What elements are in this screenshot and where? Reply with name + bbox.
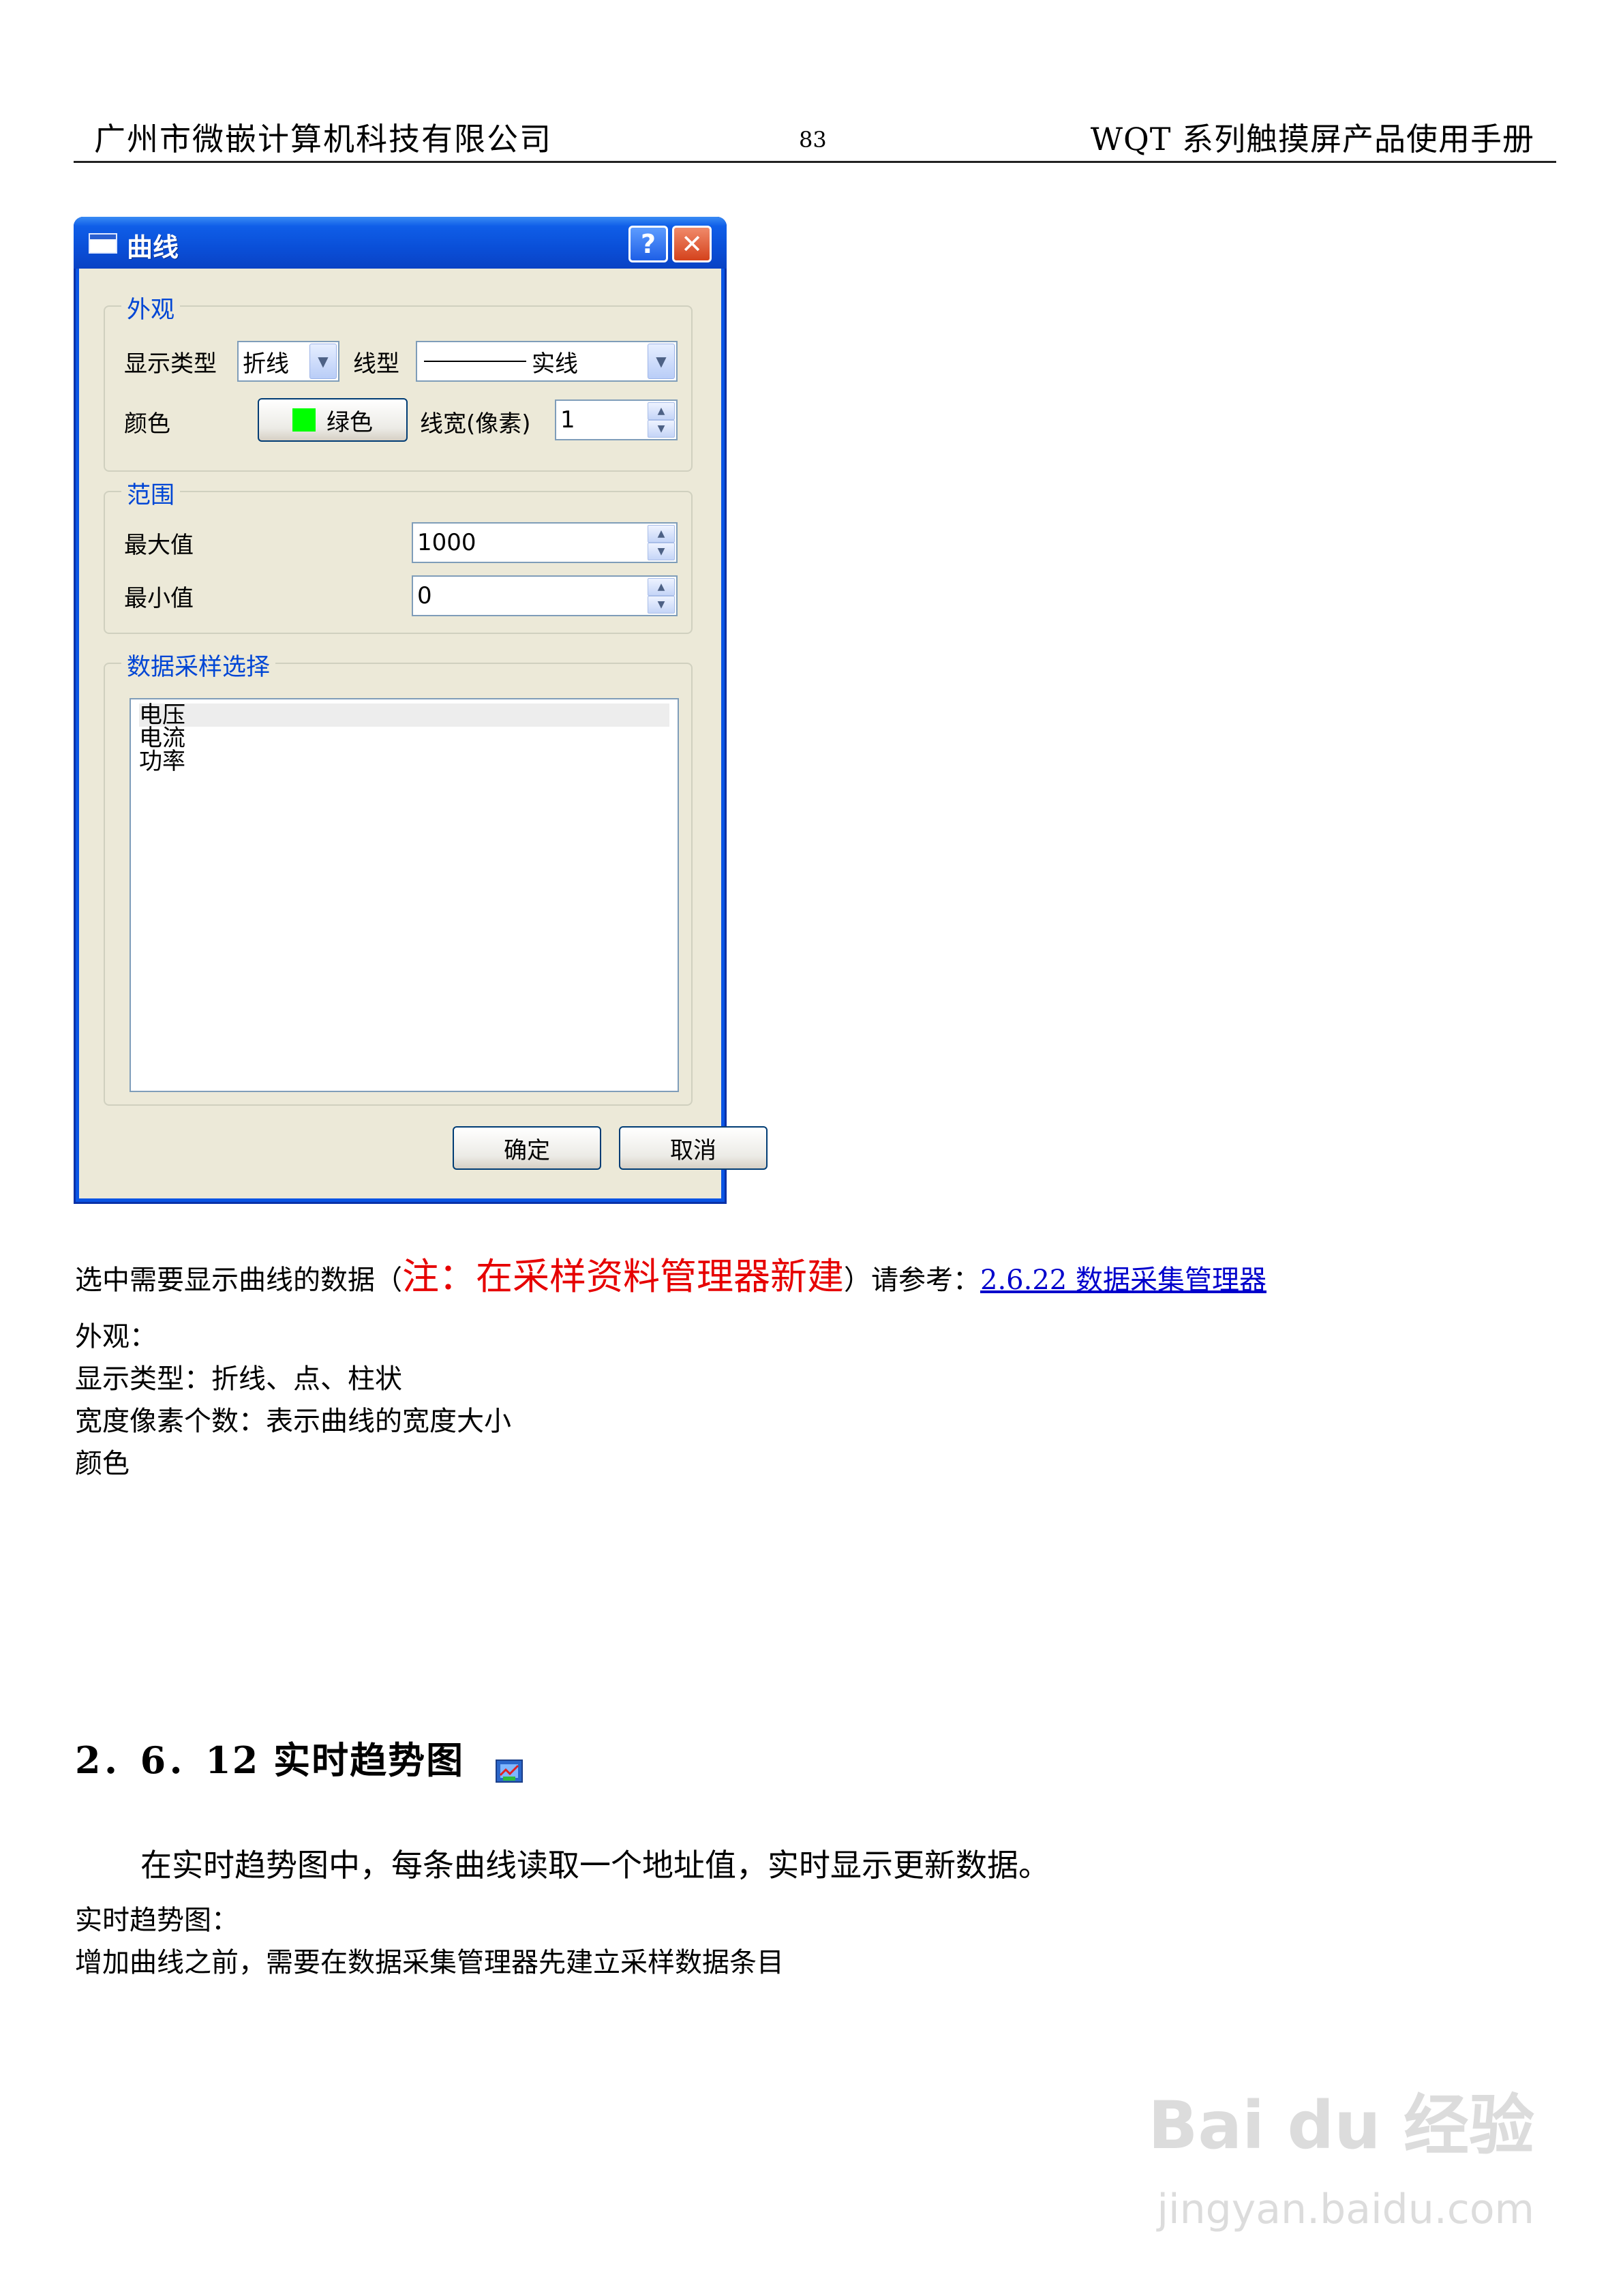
max-value-spinner[interactable]: 1000 ▲ ▼ <box>412 522 678 563</box>
arrow-down-icon[interactable]: ▼ <box>648 543 675 560</box>
display-type-label: 显示类型 <box>124 350 217 378</box>
range-group-title: 范围 <box>121 476 181 511</box>
section-heading: 2．6．12 实时趋势图 <box>75 1730 525 1784</box>
chevron-down-icon[interactable]: ▼ <box>309 344 337 379</box>
section-note: 增加曲线之前，需要在数据采集管理器先建立采样数据条目 <box>75 1947 784 1978</box>
window-icon <box>89 233 117 254</box>
arrow-down-icon[interactable]: ▼ <box>648 596 675 614</box>
line-type-value: 实线 <box>532 350 578 378</box>
red-note: 注：在采样资料管理器新建 <box>402 1255 844 1298</box>
section-subheading: 实时趋势图： <box>75 1905 239 1936</box>
spinner-arrows[interactable]: ▲ ▼ <box>648 525 675 560</box>
dialog-title: 曲线 <box>127 232 179 262</box>
section-intro: 在实时趋势图中，每条曲线读取一个地址值，实时显示更新数据。 <box>140 1847 1050 1884</box>
header-company: 广州市微嵌计算机科技有限公司 <box>94 121 552 157</box>
display-type-value: 折线 <box>243 350 289 378</box>
list-item[interactable]: 电流 <box>139 727 185 750</box>
min-value: 0 <box>417 582 432 609</box>
baidu-watermark-logo: Bai du 经验 <box>1148 2087 1534 2164</box>
color-swatch-icon <box>292 408 316 432</box>
line-width-value: 1 <box>560 406 575 434</box>
curve-dialog: 曲线 ? ✕ 外观 显示类型 折线 ▼ 线型 实线 ▼ 颜色 绿色 线宽(像素)… <box>74 217 768 1204</box>
help-button[interactable]: ? <box>628 226 668 262</box>
close-button[interactable]: ✕ <box>672 226 712 262</box>
max-value: 1000 <box>417 529 476 556</box>
color-button[interactable]: 绿色 <box>258 398 408 442</box>
line-sample <box>424 361 526 362</box>
appearance-heading: 外观： <box>75 1321 157 1353</box>
arrow-up-icon[interactable]: ▲ <box>648 525 675 543</box>
selection-note-prefix: 选中需要显示曲线的数据（ <box>75 1265 402 1296</box>
min-value-spinner[interactable]: 0 ▲ ▼ <box>412 575 678 616</box>
width-description: 宽度像素个数：表示曲线的宽度大小 <box>75 1406 511 1437</box>
line-type-select[interactable]: 实线 ▼ <box>416 341 678 382</box>
color-label: 颜色 <box>124 410 170 438</box>
appearance-group <box>104 305 693 472</box>
line-width-label: 线宽(像素) <box>420 410 531 438</box>
display-types-text: 显示类型：折线、点、柱状 <box>75 1363 402 1395</box>
selection-note-suffix: ）请参考： <box>844 1265 980 1296</box>
color-text: 颜色 <box>75 1448 130 1479</box>
cancel-button[interactable]: 取消 <box>619 1126 768 1170</box>
spinner-arrows[interactable]: ▲ ▼ <box>648 578 675 614</box>
list-item[interactable]: 电压 <box>139 704 669 727</box>
section-title: 2．6．12 实时趋势图 <box>75 1738 465 1782</box>
page-number: 83 <box>799 127 827 153</box>
max-value-label: 最大值 <box>124 532 194 559</box>
arrow-up-icon[interactable]: ▲ <box>648 402 675 420</box>
header-divider <box>74 161 1556 163</box>
chevron-down-icon[interactable]: ▼ <box>648 344 675 379</box>
display-type-select[interactable]: 折线 ▼ <box>237 341 339 382</box>
ok-button[interactable]: 确定 <box>453 1126 601 1170</box>
dialog-titlebar: 曲线 ? ✕ <box>74 217 727 269</box>
sampling-listbox[interactable]: 电压 电流 功率 <box>130 698 679 1092</box>
header-manual-title: WQT 系列触摸屏产品使用手册 <box>1090 121 1534 157</box>
selection-note: 选中需要显示曲线的数据（注：在采样资料管理器新建）请参考：2.6.22 数据采集… <box>75 1246 1266 1300</box>
spinner-arrows[interactable]: ▲ ▼ <box>648 402 675 438</box>
appearance-group-title: 外观 <box>121 290 181 325</box>
data-collection-manager-link[interactable]: 2.6.22 数据采集管理器 <box>980 1265 1266 1296</box>
arrow-down-icon[interactable]: ▼ <box>648 420 675 438</box>
arrow-up-icon[interactable]: ▲ <box>648 578 675 596</box>
line-type-label: 线型 <box>353 350 399 378</box>
sampling-group-title: 数据采样选择 <box>121 648 276 682</box>
color-button-label: 绿色 <box>327 408 373 436</box>
min-value-label: 最小值 <box>124 585 194 612</box>
trend-chart-icon <box>495 1750 525 1783</box>
line-width-spinner[interactable]: 1 ▲ ▼ <box>555 399 678 440</box>
baidu-watermark-url: jingyan.baidu.com <box>1157 2186 1534 2233</box>
list-item[interactable]: 功率 <box>139 750 185 773</box>
dialog-client-area: 外观 显示类型 折线 ▼ 线型 实线 ▼ 颜色 绿色 线宽(像素) 1 ▲ ▼ 范… <box>79 269 768 1198</box>
